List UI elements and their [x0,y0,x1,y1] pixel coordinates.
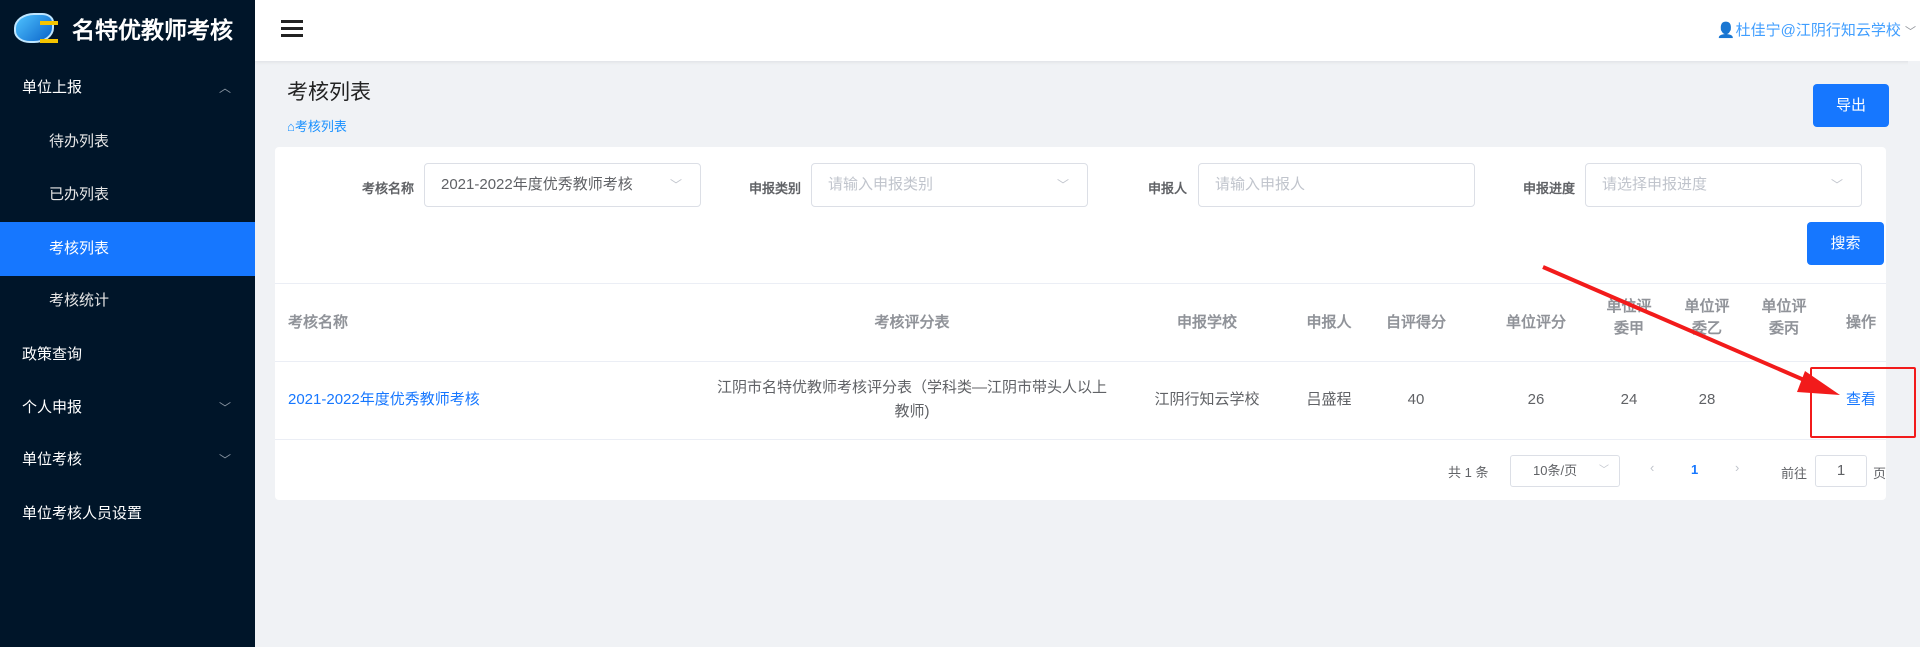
prev-page-button[interactable]: ‹ [1650,460,1654,475]
cell-person: 吕盛程 [1306,391,1352,408]
col-header-unit-score: 单位评分 [1505,314,1566,331]
sidebar: 名特优教师考核 单位上报 ︿ 待办列表 已办列表 考核列表 考核统计 政策查询 个… [0,0,255,647]
chevron-down-icon: ﹀ [1599,465,1609,476]
chevron-down-icon: ﹀ [669,178,682,192]
sidebar-item-policy[interactable]: 政策查询 [0,329,255,381]
next-page-button[interactable]: › [1735,460,1739,475]
progress-select[interactable]: 请选择申报进度 ﹀ [1585,163,1862,207]
input-placeholder: 请输入申报人 [1215,176,1306,193]
col-header-school: 申报学校 [1176,314,1237,331]
filter-progress-label: 申报进度 [1522,181,1575,196]
goto-label: 前往 [1781,466,1808,481]
page-size-select[interactable]: 10条/页 ﹀ [1510,455,1620,487]
chevron-down-icon: ﹀ [218,401,231,415]
sidebar-item-done[interactable]: 已办列表 [0,169,255,221]
divider [275,361,1886,362]
logo: 名特优教师考核 [0,0,255,56]
menu-label: 考核统计 [49,292,110,309]
menu-label: 政策查询 [22,346,83,363]
col-header-name: 考核名称 [288,314,349,331]
select-placeholder: 请输入申报类别 [828,176,934,193]
menu-label: 待办列表 [49,133,110,150]
cell-unit-score: 26 [1527,391,1545,408]
cell-self-score: 40 [1407,391,1425,408]
scrollbar[interactable] [1908,61,1920,647]
goto-page-input[interactable]: 1 [1815,455,1867,487]
top-header: 👤杜佳宁@江阴行知云学校 ﹀ [255,0,1920,61]
cell-judge-b: 28 [1698,391,1716,408]
menu-label: 单位上报 [22,79,83,96]
chevron-down-icon: ﹀ [1830,178,1843,192]
menu-label: 个人申报 [22,399,83,416]
sidebar-item-unit-report[interactable]: 单位上报 ︿ [0,62,255,114]
reporter-input[interactable]: 请输入申报人 [1198,163,1475,207]
col-header-judge-a: 单位评委甲 [1606,298,1652,337]
menu-label: 考核列表 [49,240,110,257]
page-suffix: 页 [1873,466,1887,481]
menu-label: 单位考核人员设置 [22,505,143,522]
sidebar-item-personal[interactable]: 个人申报 ﹀ [0,382,255,434]
sidebar-item-stats[interactable]: 考核统计 [0,275,255,327]
home-icon: ⌂ [287,119,295,134]
breadcrumb[interactable]: ⌂考核列表 [287,116,347,135]
user-icon: 👤 [1716,22,1736,39]
menu-label: 单位考核 [22,451,83,468]
col-header-form: 考核评分表 [874,314,950,331]
filter-person-label: 申报人 [1147,181,1187,196]
export-button[interactable]: 导出 [1813,84,1889,127]
assessment-name-select[interactable]: 2021-2022年度优秀教师考核 ﹀ [424,163,701,207]
breadcrumb-label: 考核列表 [294,119,347,134]
col-header-judge-b: 单位评委乙 [1684,298,1730,337]
filter-name-label: 考核名称 [361,181,414,196]
pagination-total: 共 1 条 [1448,465,1489,480]
filter-type-label: 申报类别 [748,181,801,196]
cell-judge-a: 24 [1620,391,1638,408]
annotation-highlight-box [1810,367,1916,438]
app-title: 名特优教师考核 [72,17,233,43]
sidebar-item-staff-settings[interactable]: 单位考核人员设置 [0,488,255,540]
report-type-select[interactable]: 请输入申报类别 ﹀ [811,163,1088,207]
col-header-judge-c: 单位评委丙 [1761,298,1807,337]
user-name: 杜佳宁@江阴行知云学校 [1735,22,1901,39]
divider [275,439,1886,440]
chevron-down-icon: ﹀ [1905,26,1916,38]
select-placeholder: 请选择申报进度 [1602,176,1708,193]
col-header-action: 操作 [1845,314,1876,331]
page-title: 考核列表 [287,81,371,104]
menu-toggle-icon[interactable] [281,20,303,38]
assessment-name-link[interactable]: 2021-2022年度优秀教师考核 [288,388,480,412]
sidebar-item-assessment-list[interactable]: 考核列表 [0,222,255,276]
cell-form: 江阴市名特优教师考核评分表（学科类—江阴市带头人以上教师) [716,379,1107,420]
cell-school: 江阴行知云学校 [1154,391,1260,408]
col-header-self-score: 自评得分 [1385,314,1446,331]
chevron-down-icon: ﹀ [1056,178,1069,192]
user-menu[interactable]: 👤杜佳宁@江阴行知云学校 ﹀ [1717,19,1916,40]
sidebar-item-todo[interactable]: 待办列表 [0,116,255,168]
chevron-down-icon: ﹀ [218,453,231,467]
col-header-person: 申报人 [1306,314,1352,331]
divider [275,283,1886,284]
search-button[interactable]: 搜索 [1807,222,1884,265]
select-value: 10条/页 [1533,463,1578,478]
chevron-up-icon: ︿ [218,81,231,95]
logo-icon [14,13,58,43]
select-value: 2021-2022年度优秀教师考核 [441,176,633,193]
page-1-button[interactable]: 1 [1691,462,1698,477]
sidebar-item-unit-assessment[interactable]: 单位考核 ﹀ [0,434,255,486]
menu-label: 已办列表 [49,186,110,203]
